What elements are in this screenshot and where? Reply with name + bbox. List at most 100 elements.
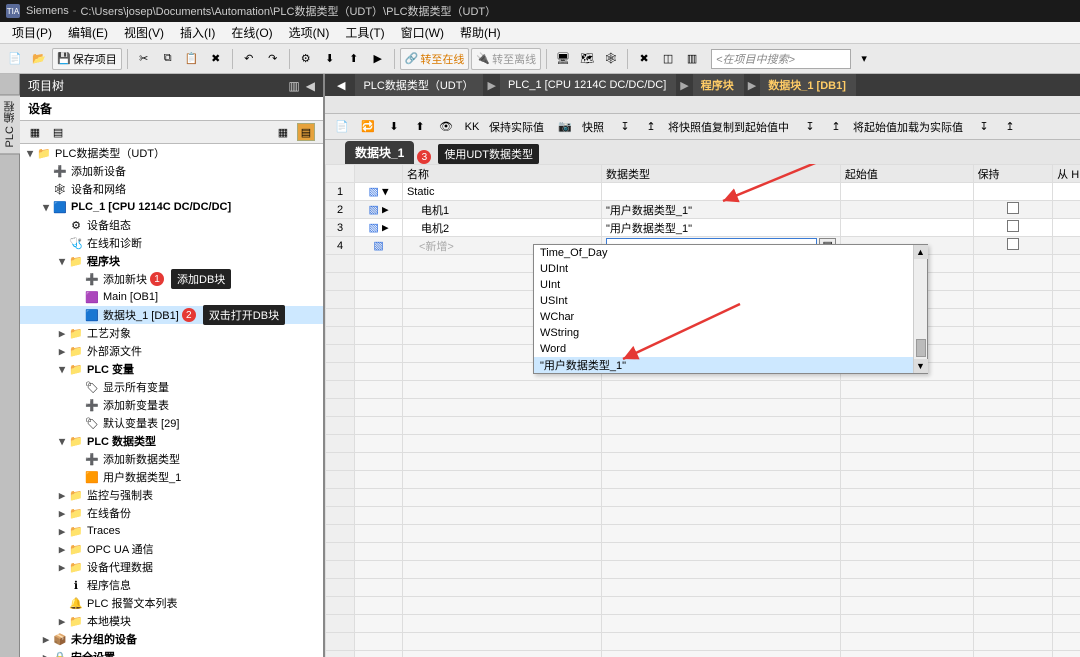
dropdown-item[interactable]: WChar (534, 309, 927, 325)
dropdown-item[interactable]: Word (534, 341, 927, 357)
tree-twist-icon[interactable]: ▶ (40, 633, 52, 646)
breadcrumb-item[interactable]: PLC数据类型（UDT） (355, 74, 483, 96)
tree-node-程序信息[interactable]: ℹ程序信息 (20, 576, 323, 594)
tree-tbtn2-icon[interactable]: ▤ (49, 123, 67, 141)
menu-窗口w[interactable]: 窗口(W) (393, 24, 452, 41)
tree-node-工艺对象[interactable]: ▶📁工艺对象 (20, 324, 323, 342)
cell-name[interactable]: Static (402, 183, 601, 201)
col-header[interactable]: 保持 (973, 165, 1053, 183)
tree-node-安全设置[interactable]: ▶🔒安全设置 (20, 648, 323, 657)
row-icon[interactable]: ▧ ▼ (355, 183, 403, 201)
etb-icon2[interactable]: 🔁 (357, 116, 379, 138)
menu-视图v[interactable]: 视图(V) (116, 24, 172, 41)
tree-node-监控与强制表[interactable]: ▶📁监控与强制表 (20, 486, 323, 504)
etb-icon1[interactable]: 📄 (331, 116, 353, 138)
load-start-label[interactable]: 将起始值加载为实际值 (853, 119, 963, 135)
etb-copy1-icon[interactable]: ↧ (614, 116, 636, 138)
tree-node-opcua通信[interactable]: ▶📁OPC UA 通信 (20, 540, 323, 558)
col-header[interactable]: 起始值 (840, 165, 973, 183)
etb-icon4[interactable]: ⬆ (409, 116, 431, 138)
tree-node-plc_1cpu1214cdc/dc/dc[interactable]: ▼🟦PLC_1 [CPU 1214C DC/DC/DC] (20, 198, 323, 216)
redo-icon[interactable]: ↷ (262, 48, 284, 70)
tree-node-设备代理数据[interactable]: ▶📁设备代理数据 (20, 558, 323, 576)
tree-node-设备和网络[interactable]: 🕸设备和网络 (20, 180, 323, 198)
checkbox[interactable] (1007, 202, 1019, 214)
network-icon[interactable]: 🕸 (600, 48, 622, 70)
table-row[interactable]: 3▧ ▶ 电机2"用户数据类型_1" (326, 219, 1080, 237)
go-online-button[interactable]: 🔗 转至在线 (400, 48, 470, 70)
download-icon[interactable]: ⬇ (319, 48, 341, 70)
open-project-icon[interactable]: 📂 (28, 48, 50, 70)
checkbox[interactable] (1007, 238, 1019, 250)
dropdown-item[interactable]: "用户数据类型_1" (534, 357, 927, 373)
tree-twist-icon[interactable]: ▶ (56, 507, 68, 520)
cell-name[interactable]: 电机1 (402, 201, 601, 219)
dropdown-item[interactable]: WString (534, 325, 927, 341)
breadcrumb-item[interactable]: PLC_1 [CPU 1214C DC/DC/DC] (500, 74, 676, 96)
tree-twist-icon[interactable]: ▶ (56, 489, 68, 502)
breadcrumb-item[interactable]: 数据块_1 [DB1] (760, 74, 856, 96)
menu-插入i[interactable]: 插入(I) (172, 24, 223, 41)
type-dropdown[interactable]: Time_Of_DayUDIntUIntUSIntWCharWStringWor… (533, 244, 928, 374)
tree-node-设备组态[interactable]: ⚙设备组态 (20, 216, 323, 234)
etb-load2-icon[interactable]: ↥ (825, 116, 847, 138)
copy-icon[interactable]: ⧉ (157, 48, 179, 70)
etb-snap-icon[interactable]: 📷 (554, 116, 576, 138)
cell-retain[interactable] (973, 237, 1053, 255)
dropdown-item[interactable]: USInt (534, 293, 927, 309)
cell-retain[interactable] (973, 183, 1053, 201)
cell-start[interactable] (840, 201, 973, 219)
device-view-icon[interactable]: 🖥 (552, 48, 574, 70)
tree-node-显示所有变量[interactable]: 🏷显示所有变量 (20, 378, 323, 396)
tree-node-数据块_1db1[interactable]: 🟦数据块_1 [DB1]2双击打开DB块 (20, 306, 323, 324)
pin-icon[interactable]: ▥ (288, 79, 299, 93)
tree-node-mainob1[interactable]: 🟪Main [OB1] (20, 288, 323, 306)
cell-name[interactable]: 电机2 (402, 219, 601, 237)
etb-load1-icon[interactable]: ↧ (799, 116, 821, 138)
cell-c1[interactable] (1053, 219, 1080, 237)
cross-ref-icon[interactable]: ✖ (633, 48, 655, 70)
tree-node-程序块[interactable]: ▼📁程序块 (20, 252, 323, 270)
cell-c1[interactable] (1053, 201, 1080, 219)
etb-copy2-icon[interactable]: ↥ (640, 116, 662, 138)
table-row[interactable]: 2▧ ▶ 电机1"用户数据类型_1" (326, 201, 1080, 219)
save-project-button[interactable]: 💾 保存项目 (52, 48, 122, 70)
menu-工具t[interactable]: 工具(T) (337, 24, 392, 41)
cell-retain[interactable] (973, 201, 1053, 219)
menu-项目p[interactable]: 项目(P) (4, 24, 60, 41)
row-icon[interactable]: ▧ ▶ (355, 201, 403, 219)
tree-twist-icon[interactable]: ▶ (56, 543, 68, 556)
compile-icon[interactable]: ⚙ (295, 48, 317, 70)
tree-twist-icon[interactable]: ▼ (24, 147, 36, 160)
tree-tbtn1-icon[interactable]: ▦ (26, 123, 44, 141)
etb-last1-icon[interactable]: ↧ (973, 116, 995, 138)
row-icon[interactable]: ▧ (355, 237, 403, 255)
etb-iconKK[interactable]: KK (461, 116, 483, 138)
cell-start[interactable] (840, 219, 973, 237)
new-project-icon[interactable]: 📄 (4, 48, 26, 70)
paste-icon[interactable]: 📋 (181, 48, 203, 70)
col-header[interactable]: 数据类型 (602, 165, 841, 183)
scroll-down-icon[interactable]: ▼ (914, 359, 928, 373)
undo-icon[interactable]: ↶ (238, 48, 260, 70)
tree-twist-icon[interactable]: ▶ (56, 525, 68, 538)
search-dropdown-icon[interactable]: ▾ (853, 48, 875, 70)
plc-programming-tab[interactable]: PLC 编程 (0, 94, 20, 154)
tree-node-plc变量[interactable]: ▼📁PLC 变量 (20, 360, 323, 378)
split-icon[interactable]: ◫ (657, 48, 679, 70)
tree-node-用户数据类型_1[interactable]: 🟧用户数据类型_1 (20, 468, 323, 486)
dropdown-scrollbar[interactable]: ▲ ▼ (913, 245, 927, 373)
project-search-input[interactable]: <在项目中搜索> (711, 49, 851, 69)
breadcrumb-back-icon[interactable]: ◀ (329, 74, 355, 96)
scroll-up-icon[interactable]: ▲ (914, 245, 928, 259)
scroll-thumb[interactable] (916, 339, 926, 357)
simulate-icon[interactable]: ▶ (367, 48, 389, 70)
cell-retain[interactable] (973, 219, 1053, 237)
tree-twist-icon[interactable]: ▶ (56, 615, 68, 628)
tree-twist-icon[interactable]: ▶ (56, 345, 68, 358)
cut-icon[interactable]: ✂ (133, 48, 155, 70)
tree-twist-icon[interactable]: ▶ (56, 327, 68, 340)
dropdown-item[interactable]: UDInt (534, 261, 927, 277)
tree-node-traces[interactable]: ▶📁Traces (20, 522, 323, 540)
checkbox[interactable] (1007, 220, 1019, 232)
